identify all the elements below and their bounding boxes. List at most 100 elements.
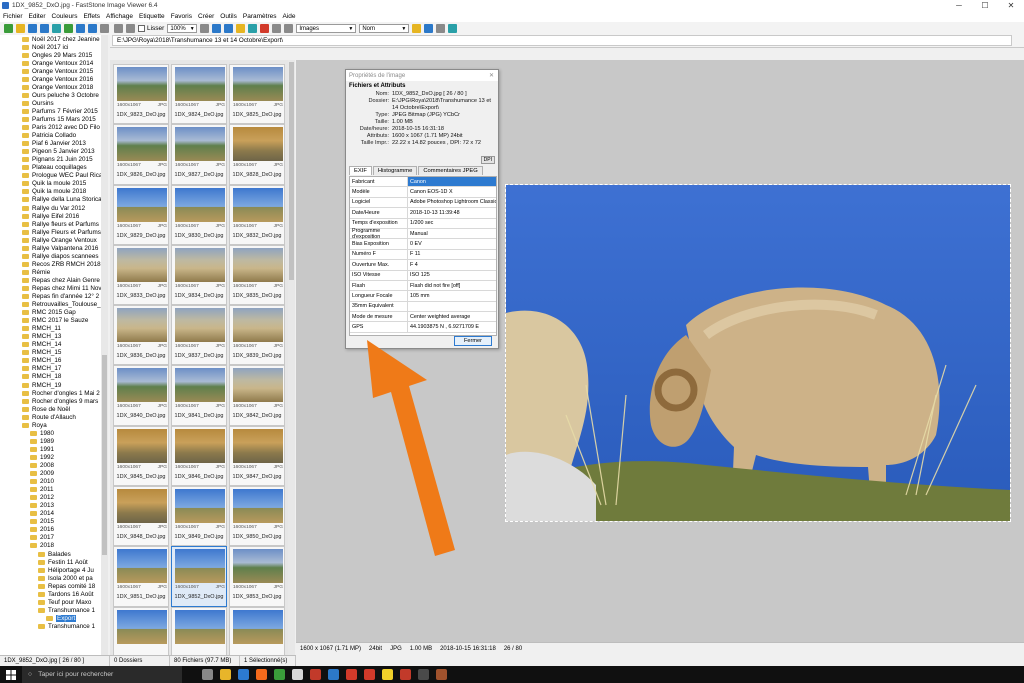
type-filter-select[interactable]: Images ▼	[296, 24, 357, 33]
menu-item[interactable]: Créer	[198, 13, 214, 20]
thumbnail[interactable]: 1600x1067 JPG 1DX_9841_DxO.jpg	[171, 365, 227, 426]
tree-item[interactable]: 1992	[0, 453, 107, 461]
print-icon[interactable]	[436, 24, 446, 33]
thumbnail[interactable]: 1600x1067 JPG 1DX_9826_DxO.jpg	[113, 124, 169, 185]
tree-item[interactable]: 2009	[0, 470, 107, 478]
thumbnail[interactable]: 1600x1067 JPG 1DX_9824_DxO.jpg	[171, 64, 227, 125]
zoom-select[interactable]: 100% ▼	[167, 24, 198, 33]
lisser-checkbox[interactable]: Lisser	[138, 25, 164, 32]
tree-item[interactable]: Patricia Collado	[0, 132, 107, 140]
tree-item[interactable]: Rallye diapos scannees	[0, 252, 107, 260]
faststone-icon[interactable]	[436, 669, 447, 680]
tree-item[interactable]: Héliportage 4 Ju	[0, 566, 107, 574]
tree-item[interactable]: RMCH_15	[0, 349, 107, 357]
tree-item[interactable]: Isola 2000 et pa	[0, 574, 107, 582]
thumbnail[interactable]: 1600x1067 JPG 1DX_9836_DxO.jpg	[113, 305, 169, 366]
tree-item[interactable]: 2017	[0, 534, 107, 542]
file-explorer-icon[interactable]	[220, 669, 231, 680]
exif-row[interactable]: Logiciel Adobe Photoshop Lightroom Classi…	[350, 197, 496, 209]
thumbnail[interactable]: 1600x1067 JPG 1DX_9830_DxO.jpg	[171, 184, 227, 245]
tree-item[interactable]: Pignans 21 Juin 2015	[0, 156, 107, 164]
tree-item[interactable]: Route d'Allauch	[0, 413, 107, 421]
thumbnail[interactable]: 1600x1067 JPG 1DX_9848_DxO.jpg	[113, 486, 169, 547]
menu-item[interactable]: Aide	[283, 13, 296, 20]
tree-item[interactable]: 2008	[0, 461, 107, 469]
tree-item[interactable]: Rocher d'ongles 9 mars	[0, 397, 107, 405]
zoom-out-icon[interactable]	[88, 24, 97, 33]
firefox-icon[interactable]	[256, 669, 267, 680]
menu-item[interactable]: Effets	[84, 13, 101, 20]
tree-item[interactable]: Export	[0, 614, 107, 622]
menu-item[interactable]: Couleurs	[52, 13, 78, 20]
chrome-icon[interactable]	[292, 669, 303, 680]
taskbar-search[interactable]: ○ Taper ici pour rechercher	[22, 666, 182, 683]
tree-item[interactable]: Parfums 7 Février 2015	[0, 107, 107, 115]
exif-row[interactable]: ISO Vitesse ISO 125	[350, 270, 496, 281]
mail-icon[interactable]	[328, 669, 339, 680]
task-view-icon[interactable]	[202, 669, 213, 680]
tree-item[interactable]: Rémie	[0, 268, 107, 276]
sticky-notes-icon[interactable]	[382, 669, 393, 680]
tree-item[interactable]: Teuf pour Maxo	[0, 598, 107, 606]
resize-icon[interactable]	[248, 24, 258, 33]
tree-scrollbar[interactable]	[101, 35, 108, 655]
email-icon[interactable]	[424, 24, 434, 33]
exif-row[interactable]: Mode de mesure Center weighted average	[350, 312, 496, 323]
crop-icon[interactable]	[236, 24, 246, 33]
dialog-close-icon[interactable]: ✕	[489, 72, 494, 79]
forward-icon[interactable]	[126, 24, 135, 33]
save-icon[interactable]	[28, 24, 37, 33]
menu-item[interactable]: Outils	[220, 13, 237, 20]
thumbnail[interactable]: 1600x1067 JPG 1DX_9832_DxO.jpg	[229, 184, 285, 245]
minimize-button[interactable]: ─	[946, 0, 972, 11]
tree-item[interactable]: Repas chez Alain Genre	[0, 276, 107, 284]
exif-row[interactable]: Date/Heure 2018-10-13 11:39:48	[350, 208, 496, 219]
tree-item[interactable]: Repas chez Mimi 11 Nov	[0, 284, 107, 292]
path-field[interactable]: E:\JPG\Roya\2018\Transhumance 13 et 14 O…	[112, 35, 1012, 46]
tree-item[interactable]: Parfums 15 Mars 2015	[0, 115, 107, 123]
thumbnail[interactable]	[113, 606, 169, 655]
tree-item[interactable]: 1989	[0, 437, 107, 445]
tree-item[interactable]: 2016	[0, 526, 107, 534]
tree-item[interactable]: Recos ZRB RMCH 2018	[0, 260, 107, 268]
tree-item[interactable]: RMCH_18	[0, 373, 107, 381]
thumbnail[interactable]: 1600x1067 JPG 1DX_9828_DxO.jpg	[229, 124, 285, 185]
tree-item[interactable]: Festin 11 Août	[0, 558, 107, 566]
menu-item[interactable]: Favoris	[171, 13, 192, 20]
thumbnail[interactable]: 1600x1067 JPG 1DX_9840_DxO.jpg	[113, 365, 169, 426]
menu-item[interactable]: Editer	[29, 13, 46, 20]
tree-item[interactable]: Roya	[0, 421, 107, 429]
menu-item[interactable]: Affichage	[106, 13, 133, 20]
tree-item[interactable]: RMCH_13	[0, 333, 107, 341]
tree-item[interactable]: Retrouvailles_Toulouse_	[0, 301, 107, 309]
thumbnail[interactable]: 1600x1067 JPG 1DX_9835_DxO.jpg	[229, 244, 285, 306]
tree-item[interactable]: 1991	[0, 445, 107, 453]
tree-item[interactable]: 2014	[0, 510, 107, 518]
tree-item[interactable]: RMC 2017 le Sauze	[0, 317, 107, 325]
tree-item[interactable]: Ours peluche 3 Octobre	[0, 91, 107, 99]
tree-item[interactable]: Rallye della Luna Storica	[0, 196, 107, 204]
tree-item[interactable]: Transhumance 1	[0, 606, 107, 614]
thumbnail[interactable]: 1600x1067 JPG 1DX_9845_DxO.jpg	[113, 425, 169, 487]
dialog-tab[interactable]: Commentaires JPEG	[418, 166, 483, 175]
dpi-button[interactable]: DPI	[480, 156, 495, 164]
tree-item[interactable]: Plateau coquillages	[0, 164, 107, 172]
thumbnail[interactable]: 1600x1067 JPG 1DX_9851_DxO.jpg	[113, 546, 169, 607]
tree-item[interactable]: Quik la moule 2015	[0, 180, 107, 188]
tree-item[interactable]: 2011	[0, 486, 107, 494]
edit-icon[interactable]	[412, 24, 422, 33]
tree-item[interactable]: 2010	[0, 478, 107, 486]
tree-item[interactable]: Paris 2012 avec DD Filo	[0, 124, 107, 132]
tree-item[interactable]: Orange Ventoux 2015	[0, 67, 107, 75]
thumbnail[interactable]: 1600x1067 JPG 1DX_9834_DxO.jpg	[171, 244, 227, 306]
menu-item[interactable]: Etiquette	[139, 13, 165, 20]
thumbnail[interactable]: 1600x1067 JPG 1DX_9823_DxO.jpg	[113, 64, 169, 125]
tree-item[interactable]: RMCH_11	[0, 325, 107, 333]
tree-item[interactable]: Noël 2017 ici	[0, 43, 107, 51]
tree-item[interactable]: Rallye Fleurs et Parfums	[0, 228, 107, 236]
tree-item[interactable]: Transhumance 1	[0, 622, 107, 630]
wallpaper-icon[interactable]	[448, 24, 458, 33]
app-red4-icon[interactable]	[400, 669, 411, 680]
tree-item[interactable]: Rallye Eifel 2016	[0, 212, 107, 220]
thumbnail[interactable]: 1600x1067 JPG 1DX_9842_DxO.jpg	[229, 365, 285, 426]
